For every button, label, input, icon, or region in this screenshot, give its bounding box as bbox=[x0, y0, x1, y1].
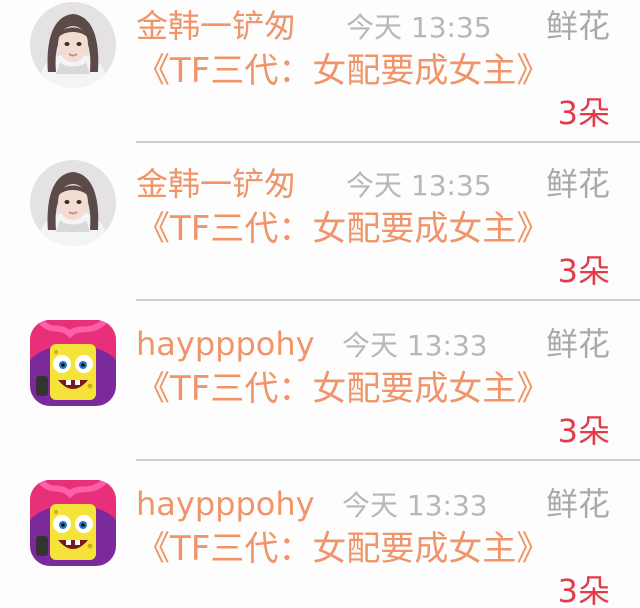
book-title[interactable]: 《TF三代：女配要成女主》 bbox=[136, 368, 550, 410]
book-title[interactable]: 《TF三代：女配要成女主》 bbox=[136, 528, 550, 570]
book-title[interactable]: 《TF三代：女配要成女主》 bbox=[136, 50, 550, 92]
gift-time: 今天 13:33 bbox=[342, 329, 488, 362]
gift-record-list: 金韩一铲匆 今天 13:35 鲜花 《TF三代：女配要成女主》 3朵 金韩一铲匆… bbox=[0, 0, 640, 608]
user-avatar[interactable] bbox=[30, 160, 116, 246]
row-divider bbox=[136, 459, 640, 461]
gift-count: 3朵 bbox=[557, 252, 610, 290]
gift-count: 3朵 bbox=[557, 572, 610, 608]
user-name[interactable]: haypppohy bbox=[136, 324, 315, 364]
book-title[interactable]: 《TF三代：女配要成女主》 bbox=[136, 208, 550, 250]
user-name[interactable]: 金韩一铲匆 bbox=[136, 6, 296, 46]
user-avatar[interactable] bbox=[30, 2, 116, 88]
gift-type-label: 鲜花 bbox=[545, 325, 610, 363]
row-divider bbox=[136, 141, 640, 143]
gift-count: 3朵 bbox=[557, 94, 610, 132]
gift-record-item[interactable]: 金韩一铲匆 今天 13:35 鲜花 《TF三代：女配要成女主》 3朵 bbox=[0, 158, 640, 316]
gift-count: 3朵 bbox=[557, 412, 610, 450]
gift-type-label: 鲜花 bbox=[545, 485, 610, 523]
gift-type-label: 鲜花 bbox=[545, 165, 610, 203]
row-divider bbox=[136, 299, 640, 301]
gift-time: 今天 13:35 bbox=[346, 11, 492, 44]
gift-record-item[interactable]: haypppohy 今天 13:33 鲜花 《TF三代：女配要成女主》 3朵 bbox=[0, 478, 640, 608]
gift-type-label: 鲜花 bbox=[545, 7, 610, 45]
user-name[interactable]: haypppohy bbox=[136, 484, 315, 524]
gift-record-item[interactable]: 金韩一铲匆 今天 13:35 鲜花 《TF三代：女配要成女主》 3朵 bbox=[0, 0, 640, 158]
gift-record-item[interactable]: haypppohy 今天 13:33 鲜花 《TF三代：女配要成女主》 3朵 bbox=[0, 318, 640, 476]
gift-time: 今天 13:33 bbox=[342, 489, 488, 522]
user-name[interactable]: 金韩一铲匆 bbox=[136, 164, 296, 204]
user-avatar[interactable] bbox=[30, 320, 116, 406]
user-avatar[interactable] bbox=[30, 480, 116, 566]
gift-time: 今天 13:35 bbox=[346, 169, 492, 202]
